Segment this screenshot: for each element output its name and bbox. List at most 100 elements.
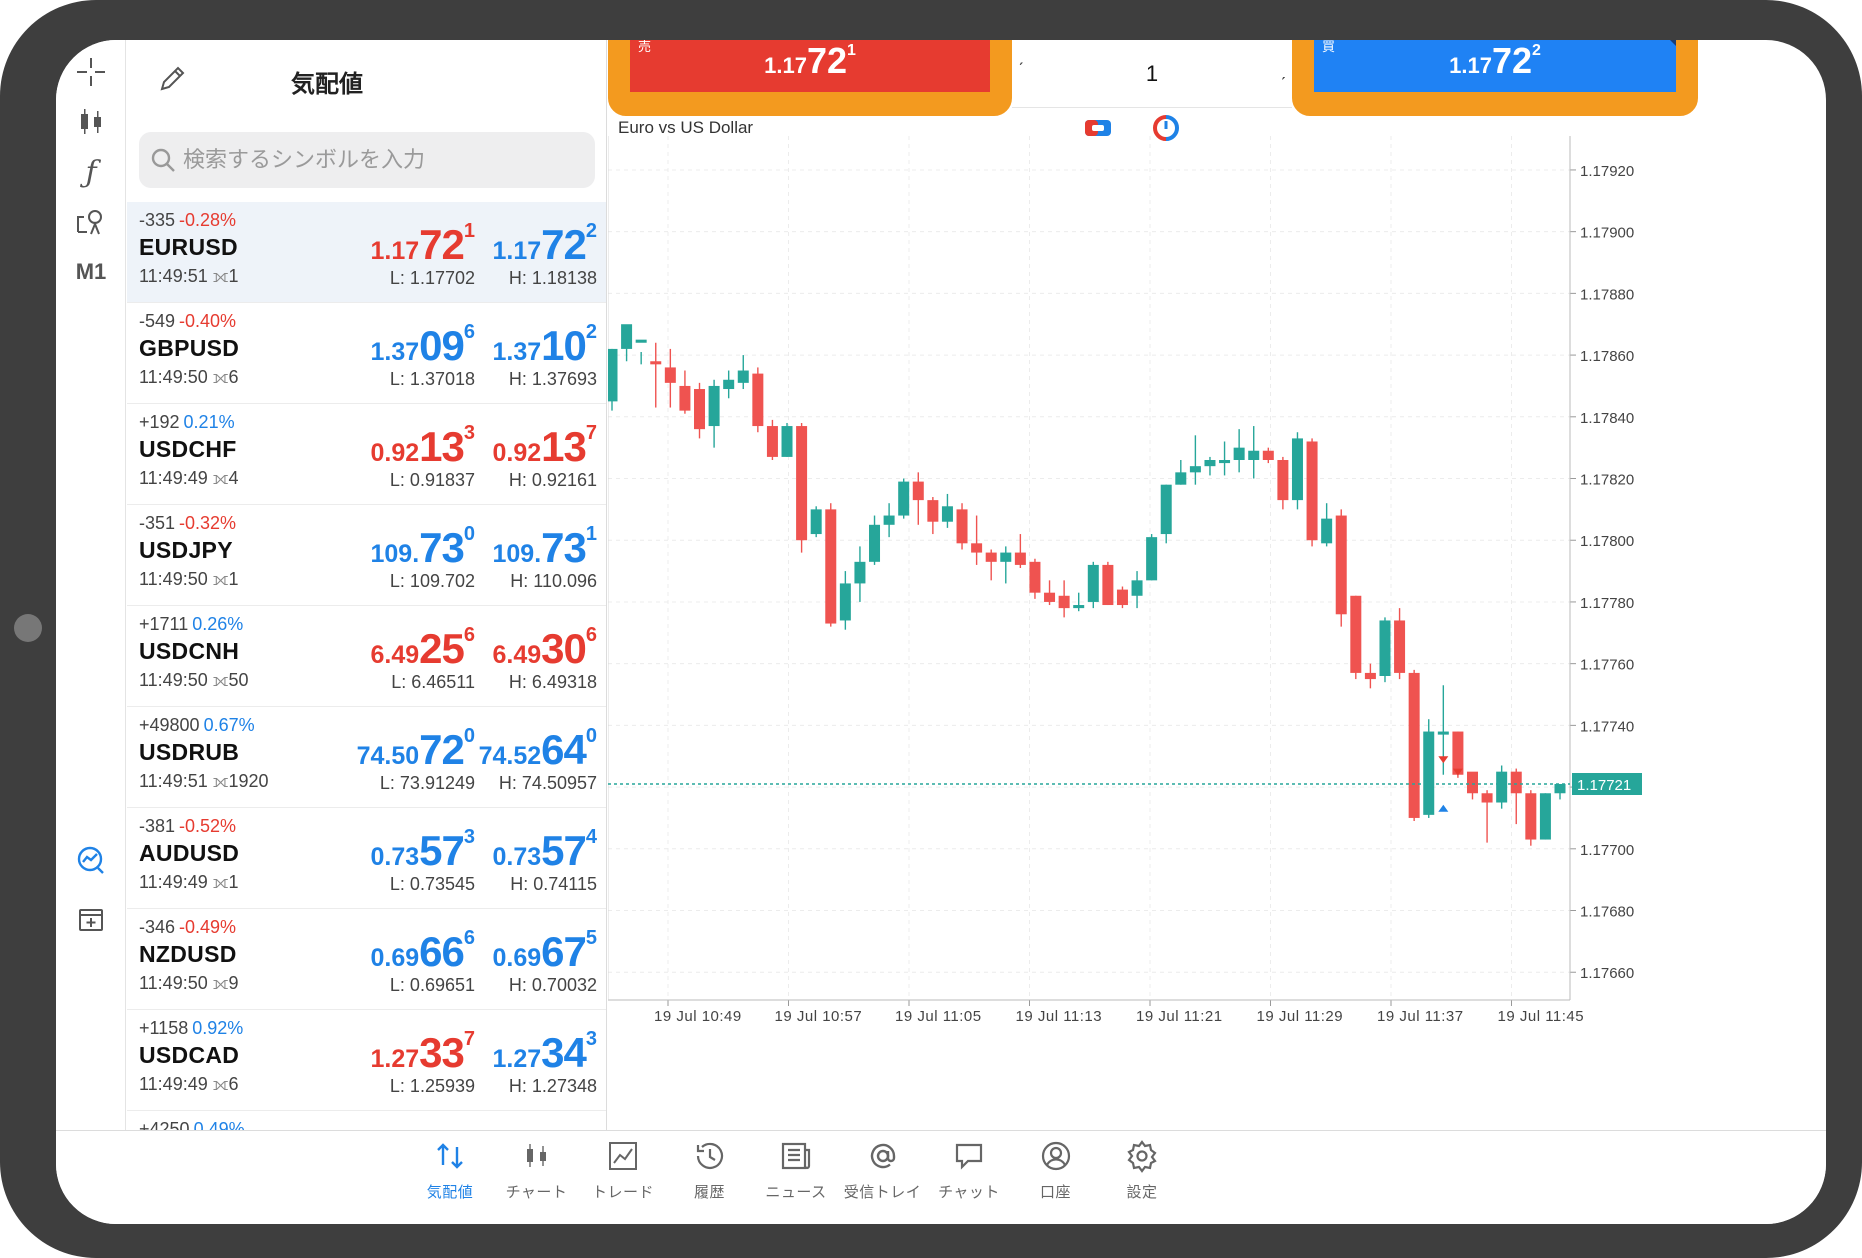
spread-value: 6 (228, 1074, 239, 1094)
nav-account[interactable]: 口座 (1011, 1139, 1101, 1202)
trade-signal-icon[interactable] (56, 836, 126, 884)
nav-settings[interactable]: 設定 (1097, 1139, 1187, 1202)
chart-toolbar: ƒ M1 (56, 40, 126, 1130)
symbol-search[interactable] (139, 132, 595, 188)
candle-body (635, 339, 647, 343)
timeframe-button[interactable]: M1 (56, 248, 126, 296)
tablet-frame: ƒ M1 気配値 -335-0.28%EURUSD11:49:51 ⟗11.17 (0, 0, 1862, 1258)
buy-corner-mark (1664, 40, 1676, 46)
symbol-row[interactable]: -381 -0.52% AUDUSD 11:49:49 ⟗1 0.73573 0.7357… (127, 808, 606, 909)
symbol-name: GBPUSD (139, 335, 240, 361)
daily-high: H: 1.27348 (508, 1076, 597, 1096)
y-tick-label: 1.17800 (1580, 533, 1634, 550)
y-tick-label: 1.17920 (1580, 163, 1634, 180)
symbol-row[interactable]: +1158 0.92% USDCAD 11:49:49 ⟗6 1.27337 1.2734… (127, 1010, 606, 1111)
symbol-name: NZDUSD (139, 941, 237, 967)
candle-body (869, 524, 881, 562)
symbol-name: USDCHF (139, 436, 237, 462)
candle-body (679, 385, 691, 411)
account-icon (1041, 1141, 1070, 1171)
spread-icon: ⟗ (212, 771, 229, 791)
nav-quotes[interactable]: 気配値 (405, 1139, 495, 1202)
symbol-list: -335 -0.28% EURUSD 11:49:51 ⟗1 1.17721 1.1772… (127, 202, 606, 1130)
candle-body (1408, 672, 1420, 818)
candle-body (694, 389, 706, 430)
crosshair-icon[interactable] (56, 48, 126, 96)
spread-value: 50 (228, 670, 249, 690)
ask-price: 1.37102 (492, 321, 597, 369)
nav-mailbox[interactable]: 受信トレイ (838, 1139, 928, 1202)
nav-chart[interactable]: チャート (492, 1139, 582, 1202)
daily-change-percent: 0.21% (183, 412, 235, 432)
chart-canvas[interactable]: 1.17920 1.17900 1.17880 1.17860 1.17840 1.178… (608, 108, 1826, 1130)
candle-body (1204, 460, 1216, 467)
candle-body (1466, 771, 1478, 794)
spread-value: 1920 (228, 771, 269, 791)
daily-high: H: 0.92161 (508, 470, 597, 490)
symbol-row[interactable]: -335 -0.28% EURUSD 11:49:51 ⟗1 1.17721 1.1772… (127, 202, 606, 303)
volume-increase[interactable]: ˏ (1280, 60, 1286, 81)
sell-button[interactable]: 売 1.17721 (630, 40, 990, 92)
pencil-icon[interactable] (155, 62, 189, 96)
symbol-row[interactable]: +1711 0.26% USDCNH 11:49:50 ⟗50 6.49256 6.493… (127, 606, 606, 707)
y-tick-label: 1.17660 (1580, 965, 1634, 982)
candle-body (608, 348, 618, 402)
nav-trade[interactable]: トレード (578, 1139, 668, 1202)
add-window-icon[interactable] (56, 896, 126, 944)
candle-body (1394, 620, 1406, 673)
daily-change-percent: -0.32% (179, 513, 237, 533)
candle-body (1539, 793, 1551, 840)
candle-body (1335, 515, 1347, 615)
price-chart[interactable]: 1.17920 1.17900 1.17880 1.17860 1.17840 1.178… (608, 108, 1826, 1130)
daily-change: +1158 0.92% (139, 1018, 244, 1038)
symbol-row[interactable]: +49800 0.67% USDRUB 11:49:51 ⟗1920 74.50720 7… (127, 707, 606, 808)
candle-body (708, 385, 720, 427)
daily-change: +192 0.21% (139, 412, 235, 432)
y-tick-label: 1.17680 (1580, 904, 1634, 921)
one-click-trading-icon[interactable] (1082, 112, 1114, 144)
chart-type-icon[interactable] (56, 98, 126, 146)
daily-high: H: 1.37693 (508, 369, 597, 389)
nav-news[interactable]: ニュース (751, 1139, 841, 1202)
daily-change: -335 -0.28% (139, 210, 237, 230)
symbol-row[interactable]: +4250 0.49% (127, 1111, 606, 1130)
symbol-name: USDCNH (139, 638, 240, 664)
indicators-icon[interactable]: ƒ (56, 148, 126, 196)
search-input[interactable] (183, 147, 583, 173)
symbol-row[interactable]: +192 0.21% USDCHF 11:49:49 ⟗4 0.92133 0.92137… (127, 404, 606, 505)
y-tick-label: 1.17700 (1580, 842, 1634, 859)
candle-body (912, 481, 924, 501)
y-tick-label: 1.17900 (1580, 225, 1634, 242)
buy-button[interactable]: 買 1.17722 (1314, 40, 1676, 92)
candle-body (985, 552, 997, 562)
candle-body (1452, 731, 1464, 775)
trade-levels-icon[interactable] (1150, 112, 1182, 144)
spread-icon: ⟗ (212, 670, 229, 690)
candle-body (796, 426, 808, 541)
daily-change-percent: 0.49% (193, 1119, 245, 1130)
volume-field[interactable]: ˊ 1 ˏ (1012, 40, 1292, 108)
symbol-name: EURUSD (139, 234, 238, 260)
candle-body (1219, 460, 1231, 464)
nav-history[interactable]: 履歴 (665, 1139, 755, 1202)
quote-time: 11:49:50 ⟗50 (139, 670, 249, 690)
quote-time: 11:49:51 ⟗1920 (139, 771, 269, 791)
candle-body (1189, 466, 1201, 473)
nav-label: トレード (591, 1184, 654, 1201)
candle-body (752, 373, 764, 427)
nav-chat[interactable]: チャット (924, 1139, 1014, 1202)
objects-icon[interactable] (56, 198, 126, 246)
candle-body (1481, 793, 1493, 803)
search-icon (151, 148, 175, 172)
x-tick-label: 19 Jul 11:05 (895, 1008, 982, 1025)
volume-decrease[interactable]: ˊ (1018, 60, 1024, 81)
chart-title: Euro vs US Dollar (618, 118, 754, 137)
ask-price: 0.69675 (492, 927, 597, 975)
symbol-row[interactable]: -346 -0.49% NZDUSD 11:49:50 ⟗9 0.69666 0.6967… (127, 909, 606, 1010)
symbol-row[interactable]: -549 -0.40% GBPUSD 11:49:50 ⟗6 1.37096 1.3710… (127, 303, 606, 404)
symbol-row[interactable]: -351 -0.32% USDJPY 11:49:50 ⟗1 109.730 109.73… (127, 505, 606, 606)
candle-body (723, 379, 735, 390)
app-screen: ƒ M1 気配値 -335-0.28%EURUSD11:49:51 ⟗11.17 (56, 40, 1826, 1224)
candle-body (1087, 564, 1099, 602)
ask-price: 109.731 (492, 523, 597, 571)
